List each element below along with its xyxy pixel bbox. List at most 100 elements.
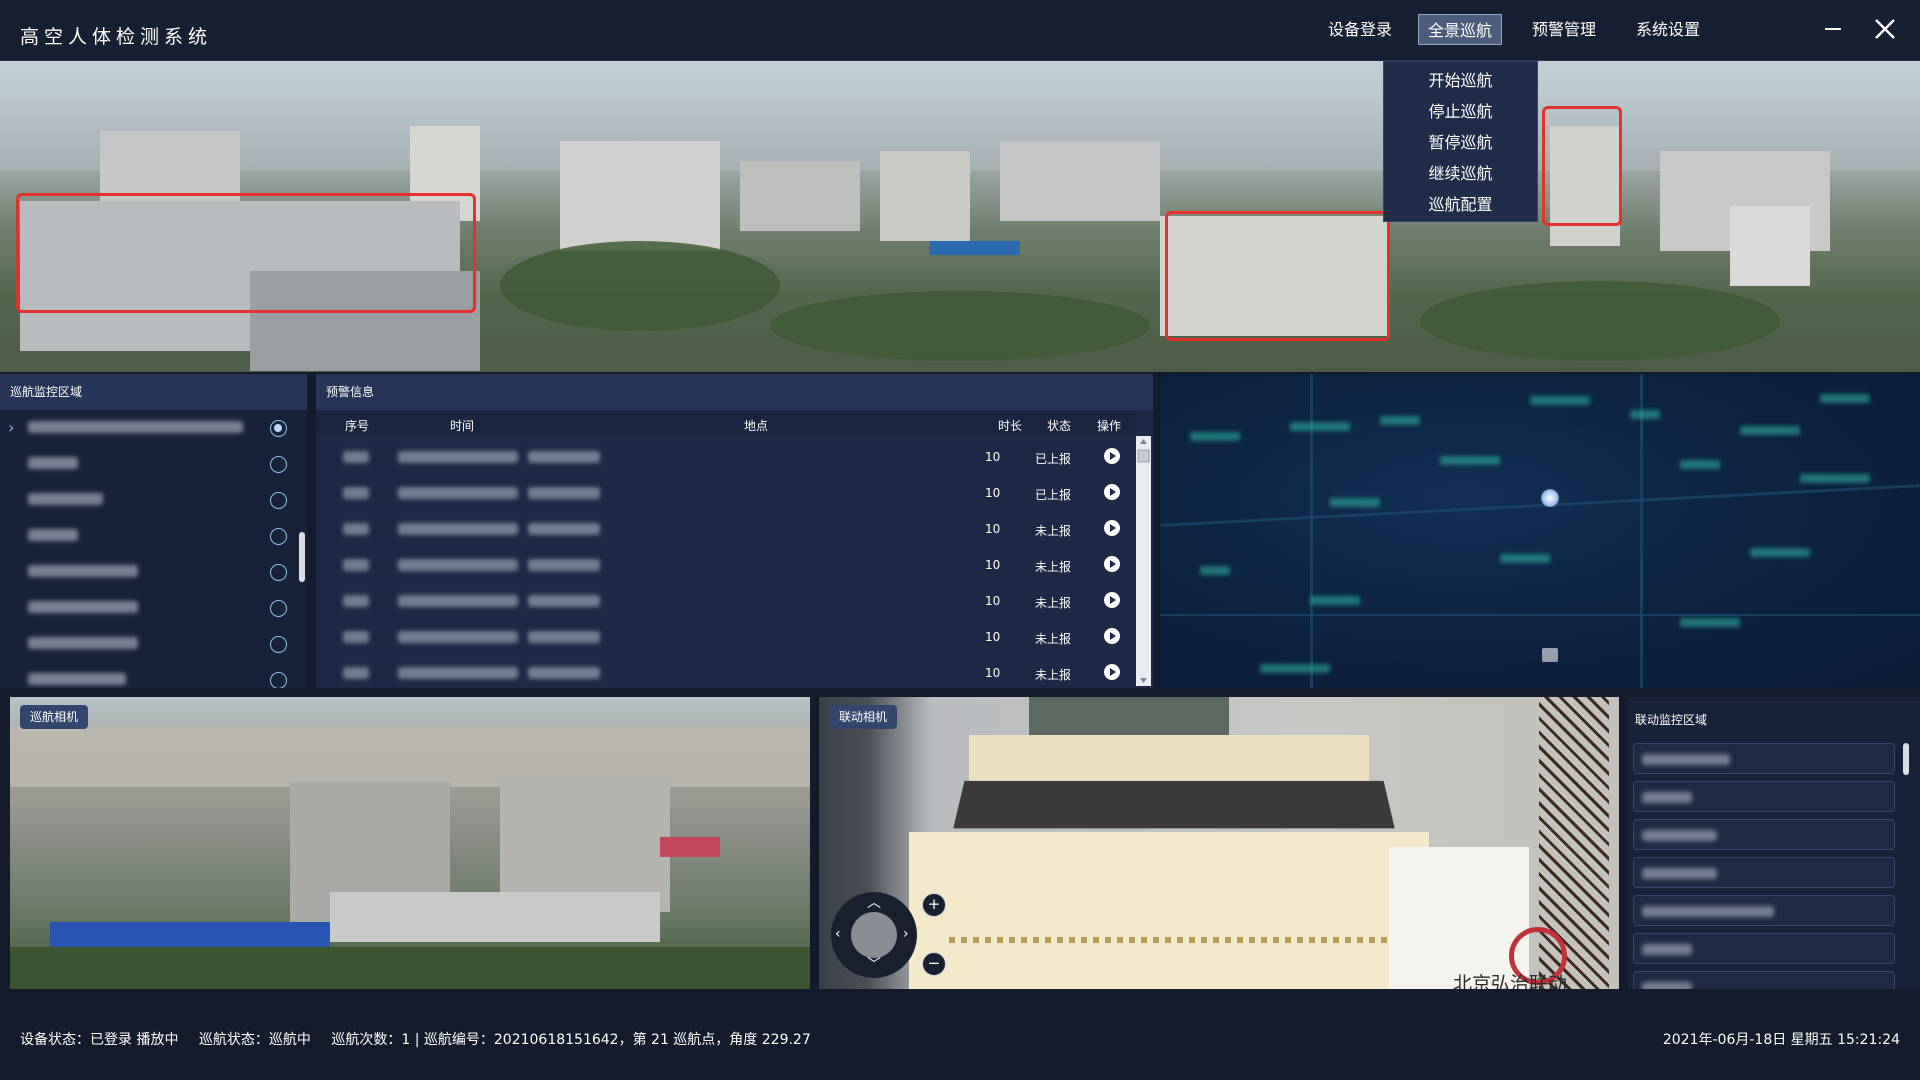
close-icon[interactable] <box>1870 14 1900 44</box>
chevron-up-icon[interactable]: ︿ <box>867 892 881 912</box>
panorama-view[interactable] <box>0 61 1920 372</box>
alert-index <box>343 667 369 679</box>
alert-row[interactable]: 10 已上报 <box>316 475 1136 511</box>
menu-item-start-patrol[interactable]: 开始巡航 <box>1384 65 1537 96</box>
linkage-area-item[interactable] <box>1633 895 1895 926</box>
patrol-area-radio[interactable] <box>270 636 287 653</box>
map-road <box>1640 374 1643 688</box>
alert-status: 已上报 <box>1035 488 1072 502</box>
menu-item-patrol-config[interactable]: 巡航配置 <box>1384 189 1537 220</box>
patrol-area-scrollbar[interactable] <box>299 532 305 582</box>
play-icon[interactable] <box>1104 592 1120 608</box>
patrol-area-radio[interactable] <box>270 528 287 545</box>
patrol-area-row[interactable] <box>0 662 290 688</box>
patrol-area-row[interactable] <box>0 446 290 482</box>
roi-outline-center[interactable] <box>1165 211 1390 341</box>
linkage-camera-view[interactable]: 联动相机 北京弘治联动 ︿ ﹀ ‹ › + − <box>819 697 1619 989</box>
patrol-area-row[interactable] <box>0 482 290 518</box>
location-marker-icon[interactable] <box>1541 489 1559 507</box>
alert-row[interactable]: 10 未上报 <box>316 655 1136 688</box>
alert-row[interactable]: 10 已上报 <box>316 439 1136 475</box>
menu-alert-management[interactable]: 预警管理 <box>1522 14 1606 45</box>
linkage-area-item[interactable] <box>1633 743 1895 774</box>
menu-item-stop-patrol[interactable]: 停止巡航 <box>1384 96 1537 127</box>
alert-index <box>343 595 369 607</box>
alert-time <box>398 667 518 679</box>
play-icon[interactable] <box>1104 556 1120 572</box>
alert-status: 未上报 <box>1035 560 1072 574</box>
chevron-down-icon[interactable]: ﹀ <box>867 954 881 974</box>
patrol-camera-view[interactable]: 巡航相机 <box>10 697 810 989</box>
tower-roof <box>953 780 1395 829</box>
play-icon[interactable] <box>1104 664 1120 680</box>
zoom-in-icon[interactable]: + <box>922 893 946 917</box>
alert-panel-title: 预警信息 <box>316 374 1153 410</box>
patrol-area-name <box>28 457 78 469</box>
patrol-area-name <box>28 529 78 541</box>
alert-status: 未上报 <box>1035 668 1072 682</box>
linkage-area-item[interactable] <box>1633 819 1895 850</box>
chevron-right-icon[interactable]: › <box>903 926 909 942</box>
map-label <box>1260 664 1330 673</box>
linkage-area-item[interactable] <box>1633 971 1895 989</box>
patrol-area-row[interactable] <box>0 590 290 626</box>
play-icon[interactable] <box>1104 484 1120 500</box>
alert-location <box>528 487 600 499</box>
patrol-area-row[interactable] <box>0 554 290 590</box>
tree-cluster <box>770 291 1150 361</box>
map-view[interactable] <box>1160 374 1920 688</box>
alert-status: 未上报 <box>1035 632 1072 646</box>
building <box>1000 141 1160 221</box>
building <box>740 161 860 231</box>
status-bar: 设备状态：已登录 播放中 巡航状态：巡航中 巡航次数：1 | 巡航编号：2021… <box>0 997 1920 1080</box>
patrol-dropdown-menu: 开始巡航 停止巡航 暂停巡航 继续巡航 巡航配置 <box>1383 61 1538 222</box>
patrol-area-radio[interactable] <box>270 420 287 437</box>
patrol-area-name <box>28 673 126 685</box>
minimize-icon[interactable] <box>1818 14 1848 44</box>
roi-outline-left[interactable] <box>16 193 476 313</box>
ptz-center-button[interactable] <box>851 912 897 958</box>
zoom-out-icon[interactable]: − <box>922 952 946 976</box>
alert-row[interactable]: 10 未上报 <box>316 547 1136 583</box>
play-icon[interactable] <box>1104 448 1120 464</box>
status-info: 设备状态：已登录 播放中 巡航状态：巡航中 巡航次数：1 | 巡航编号：2021… <box>20 1029 827 1049</box>
play-icon[interactable] <box>1104 628 1120 644</box>
patrol-area-radio[interactable] <box>270 564 287 581</box>
linkage-area-scrollbar[interactable] <box>1903 743 1909 775</box>
linkage-area-item[interactable] <box>1633 781 1895 812</box>
menu-system-settings[interactable]: 系统设置 <box>1626 14 1710 45</box>
alert-row[interactable]: 10 未上报 <box>316 583 1136 619</box>
watermark-text: 北京弘治联动 <box>1453 973 1568 989</box>
alert-row[interactable]: 10 未上报 <box>316 619 1136 655</box>
patrol-area-row[interactable] <box>0 626 290 662</box>
menu-item-pause-patrol[interactable]: 暂停巡航 <box>1384 127 1537 158</box>
map-label <box>1630 410 1660 419</box>
patrol-area-name <box>28 493 103 505</box>
menu-device-login[interactable]: 设备登录 <box>1320 14 1400 45</box>
alert-time <box>398 631 518 643</box>
map-label <box>1440 456 1500 465</box>
menu-item-resume-patrol[interactable]: 继续巡航 <box>1384 158 1537 189</box>
tower-body <box>909 832 1429 989</box>
patrol-area-radio[interactable] <box>270 672 287 688</box>
patrol-status: 巡航状态：巡航中 <box>198 1032 311 1048</box>
roi-outline-right[interactable] <box>1542 106 1622 226</box>
patrol-area-radio[interactable] <box>270 492 287 509</box>
alert-time <box>398 595 518 607</box>
alert-duration: 10 <box>985 594 1001 608</box>
alert-duration: 10 <box>985 666 1001 680</box>
chevron-left-icon[interactable]: ‹ <box>835 926 841 942</box>
play-icon[interactable] <box>1104 520 1120 536</box>
title-bar: 高空人体检测系统 设备登录 全景巡航 预警管理 系统设置 <box>0 0 1920 61</box>
ptz-control[interactable]: ︿ ﹀ ‹ › <box>831 892 917 978</box>
menu-panorama-patrol[interactable]: 全景巡航 <box>1418 14 1502 45</box>
column-header-duration: 时长 <box>998 419 1023 433</box>
linkage-area-item[interactable] <box>1633 857 1895 888</box>
patrol-area-row[interactable] <box>0 518 290 554</box>
linkage-area-item[interactable] <box>1633 933 1895 964</box>
patrol-area-row[interactable]: › <box>0 410 290 446</box>
patrol-area-radio[interactable] <box>270 456 287 473</box>
patrol-area-radio[interactable] <box>270 600 287 617</box>
alert-row[interactable]: 10 未上报 <box>316 511 1136 547</box>
alert-table-scrollbar[interactable] <box>1136 436 1151 686</box>
